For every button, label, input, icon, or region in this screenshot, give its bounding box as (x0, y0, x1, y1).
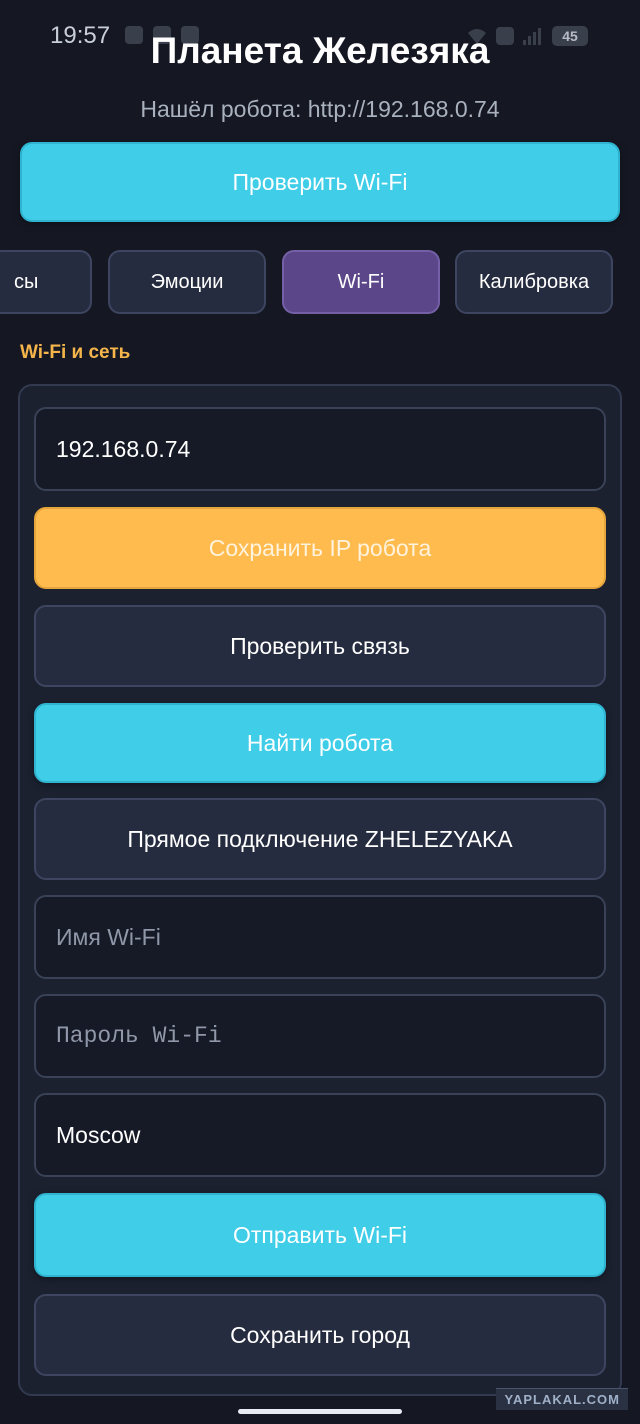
app-title: Планета Железяка (150, 30, 490, 71)
save-ip-button[interactable]: Сохранить IP робота (34, 507, 606, 589)
section-title: Wi-Fi и сеть (20, 342, 131, 363)
direct-connect-button[interactable]: Прямое подключение ZHELEZYAKA (34, 798, 606, 880)
app-screen: 19:57 45 Планета Железяка Нашёл робота: … (0, 0, 640, 1424)
save-city-button[interactable]: Сохранить город (34, 1294, 606, 1376)
robot-ip-input[interactable] (54, 434, 586, 464)
send-wifi-button[interactable]: Отправить Wi-Fi (34, 1193, 606, 1277)
check-wifi-button[interactable]: Проверить Wi-Fi (20, 142, 620, 222)
tab-wifi[interactable]: Wi-Fi (282, 250, 440, 314)
watermark: YAPLAKAL.COM (496, 1388, 628, 1410)
tab-calibration[interactable]: Калибровка (455, 250, 613, 314)
tab-partial[interactable]: сы (0, 250, 92, 314)
city-field[interactable] (34, 1093, 606, 1177)
wifi-password-input[interactable] (54, 1022, 586, 1050)
wifi-password-field[interactable] (34, 994, 606, 1078)
city-input[interactable] (54, 1120, 586, 1150)
robot-ip-field[interactable] (34, 407, 606, 491)
wifi-name-input[interactable] (54, 922, 586, 952)
wifi-name-field[interactable] (34, 895, 606, 979)
tab-emotions[interactable]: Эмоции (108, 250, 266, 314)
home-indicator[interactable] (238, 1409, 402, 1414)
check-connection-button[interactable]: Проверить связь (34, 605, 606, 687)
find-robot-button[interactable]: Найти робота (34, 703, 606, 783)
robot-status-text: Нашёл робота: http://192.168.0.74 (140, 96, 500, 122)
